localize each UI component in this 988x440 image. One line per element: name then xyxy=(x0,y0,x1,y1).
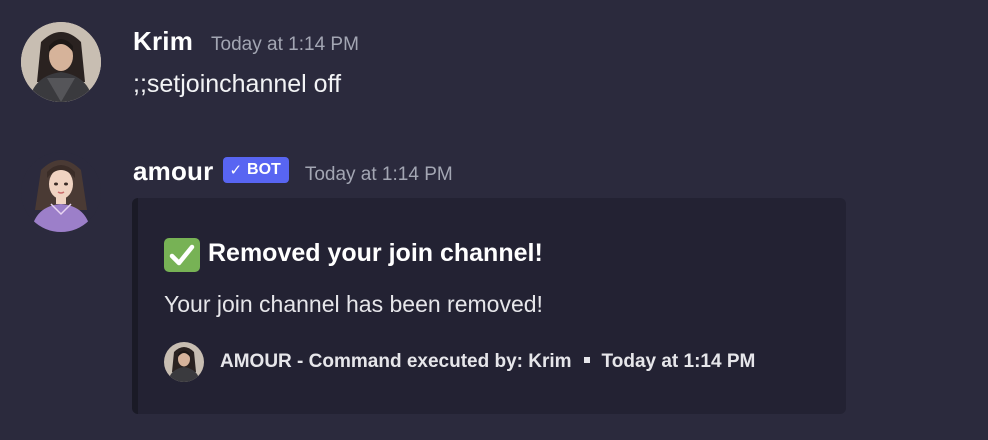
chat-messages: Krim Today at 1:14 PM ;;setjoinchannel o… xyxy=(0,0,988,440)
embed-description: Your join channel has been removed! xyxy=(164,291,543,317)
bot-badge: ✓ BOT xyxy=(223,156,289,183)
message-header: amour ✓ BOT Today at 1:14 PM xyxy=(133,156,453,187)
embed: Removed your join channel! Your join cha… xyxy=(132,198,846,414)
verified-check-icon: ✓ xyxy=(229,161,243,179)
bot-badge-label: BOT xyxy=(247,160,281,178)
footer-avatar-icon xyxy=(164,342,204,382)
embed-title: Removed your join channel! xyxy=(164,236,543,272)
white-check-mark-icon xyxy=(164,238,200,272)
embed-footer-time: Today at 1:14 PM xyxy=(601,351,756,372)
username[interactable]: amour xyxy=(133,156,213,187)
user-avatar-icon[interactable] xyxy=(21,22,101,102)
embed-footer: AMOUR - Command executed by: Krim Today … xyxy=(164,342,755,382)
message-content: ;;setjoinchannel off xyxy=(133,70,342,98)
message-header: Krim Today at 1:14 PM xyxy=(133,26,359,57)
bot-avatar-icon[interactable] xyxy=(21,152,101,232)
embed-title-text: Removed your join channel! xyxy=(208,238,543,267)
timestamp: Today at 1:14 PM xyxy=(304,164,453,185)
footer-separator xyxy=(583,357,590,363)
timestamp: Today at 1:14 PM xyxy=(211,34,359,55)
username[interactable]: Krim xyxy=(133,26,193,57)
embed-footer-text: AMOUR - Command executed by: Krim xyxy=(220,351,572,372)
